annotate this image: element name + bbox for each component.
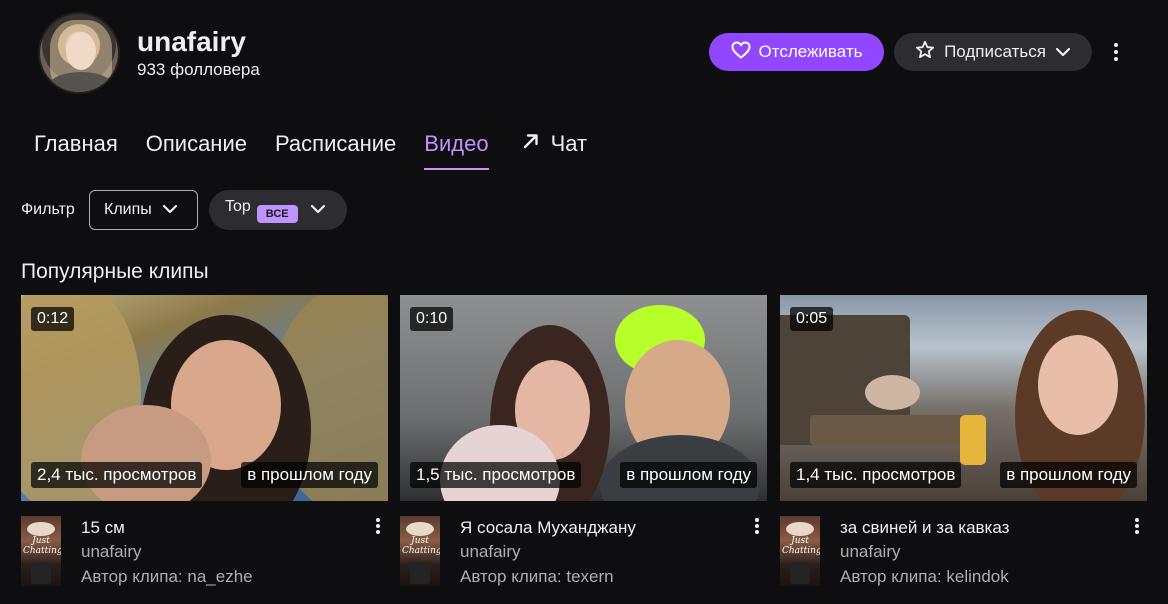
chevron-down-icon <box>310 201 326 219</box>
clip-thumbnail[interactable]: 0:10 1,5 тыс. просмотров в прошлом году <box>400 295 767 501</box>
follow-button[interactable]: Отслеживать <box>709 33 884 71</box>
heart-icon <box>731 40 751 64</box>
more-options-icon[interactable] <box>749 515 765 537</box>
subscribe-button[interactable]: Подписаться <box>894 33 1092 71</box>
clip-meta: Just Chatting Я сосала Муханджану unafai… <box>400 511 767 591</box>
clip-date: в прошлом году <box>241 462 378 488</box>
clip-date: в прошлом году <box>1000 462 1137 488</box>
clip-duration: 0:12 <box>31 307 75 331</box>
thumb-face <box>1038 335 1118 435</box>
clip-card: 0:12 2,4 тыс. просмотров в прошлом году … <box>21 295 388 591</box>
clip-thumbnail[interactable]: 0:12 2,4 тыс. просмотров в прошлом году <box>21 295 388 501</box>
tab-about[interactable]: Описание <box>146 130 247 170</box>
clip-views: 2,4 тыс. просмотров <box>31 462 203 488</box>
external-arrow-icon <box>521 130 541 159</box>
clip-meta: Just Chatting 15 см unafairy Автор клипа… <box>21 511 388 591</box>
clip-author: Автор клипа: kelindok <box>840 567 1009 586</box>
clip-meta: Just Chatting за свиней и за кавказ unaf… <box>780 511 1147 591</box>
section-title: Популярные клипы <box>21 260 209 283</box>
more-options-icon[interactable] <box>1129 515 1145 537</box>
thumb-pig <box>865 375 920 410</box>
clip-title[interactable]: Я сосала Муханджану <box>460 518 636 538</box>
tab-chat-label: Чат <box>550 131 588 156</box>
category-art[interactable]: Just Chatting <box>400 516 440 586</box>
sort-badge: ВСЕ <box>256 205 298 223</box>
clip-duration: 0:10 <box>410 307 454 331</box>
clip-date: в прошлом году <box>620 462 757 488</box>
sort-select[interactable]: Top ВСЕ <box>209 190 347 230</box>
channel-avatar[interactable] <box>38 12 120 94</box>
clip-author: Автор клипа: na_ezhe <box>81 567 253 586</box>
avatar-face <box>66 32 96 70</box>
clip-type-select[interactable]: Клипы <box>89 190 198 230</box>
filter-label: Фильтр <box>21 201 75 218</box>
tab-videos[interactable]: Видео <box>424 130 489 170</box>
follower-count: 933 фолловера <box>137 60 260 79</box>
channel-name: unafairy <box>137 26 246 57</box>
subscribe-button-label: Подписаться <box>944 42 1046 61</box>
category-art[interactable]: Just Chatting <box>21 516 61 586</box>
avatar-body <box>48 72 114 92</box>
thumb-glass <box>960 415 986 465</box>
clip-card: 0:05 1,4 тыс. просмотров в прошлом году … <box>780 295 1147 591</box>
tab-home[interactable]: Главная <box>34 130 118 170</box>
thumb-plank <box>810 415 980 445</box>
channel-page: unafairy 933 фолловера Отслеживать Подпи… <box>0 0 1168 604</box>
category-art[interactable]: Just Chatting <box>780 516 820 586</box>
star-icon <box>915 40 935 65</box>
tab-chat[interactable]: Чат <box>521 130 588 170</box>
clip-channel[interactable]: unafairy <box>81 542 141 562</box>
channel-tabs: Главная Описание Расписание Видео Чат <box>34 130 587 170</box>
more-options-icon[interactable] <box>1104 38 1128 66</box>
sort-value: Top <box>225 198 251 215</box>
clip-channel[interactable]: unafairy <box>460 542 520 562</box>
tab-schedule[interactable]: Расписание <box>275 130 396 170</box>
clip-thumbnail[interactable]: 0:05 1,4 тыс. просмотров в прошлом году <box>780 295 1147 501</box>
clip-title[interactable]: 15 см <box>81 518 125 538</box>
clip-channel[interactable]: unafairy <box>840 542 900 562</box>
follow-button-label: Отслеживать <box>758 42 863 61</box>
chevron-down-icon <box>1055 42 1071 62</box>
clip-duration: 0:05 <box>790 307 834 331</box>
clip-views: 1,4 тыс. просмотров <box>790 462 962 488</box>
clip-views: 1,5 тыс. просмотров <box>410 462 582 488</box>
clip-type-value: Клипы <box>104 201 152 218</box>
clip-card: 0:10 1,5 тыс. просмотров в прошлом году … <box>400 295 767 591</box>
more-options-icon[interactable] <box>370 515 386 537</box>
chevron-down-icon <box>162 201 178 219</box>
clip-author: Автор клипа: texern <box>460 567 614 586</box>
clip-title[interactable]: за свиней и за кавказ <box>840 518 1009 538</box>
